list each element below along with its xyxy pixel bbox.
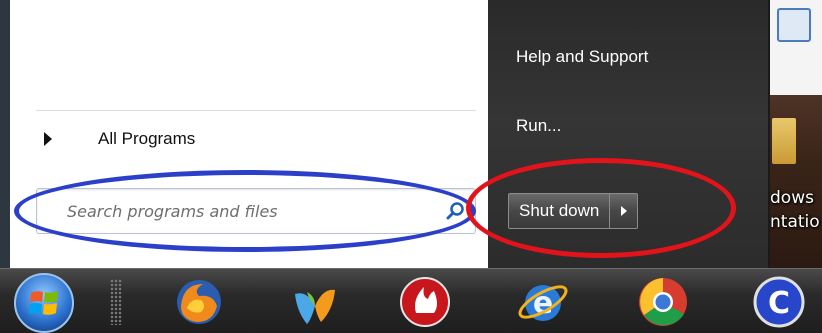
start-menu-left-pane: All Programs [0,0,488,268]
search-button[interactable] [435,189,475,233]
desktop-icon-label-line1: dows [770,188,814,208]
shutdown-group: Shut down [508,193,639,229]
taskbar: e C [0,268,822,333]
desktop-icon-label-line2: ntatio [770,212,820,232]
start-menu-right-pane: Help and Support Run... Shut down [488,0,770,268]
messenger-icon[interactable] [288,275,342,329]
internet-explorer-icon[interactable]: e [516,275,570,329]
search-box[interactable] [36,188,476,234]
start-menu: All Programs Help and Support Run... Shu… [0,0,770,268]
burner-icon[interactable] [398,275,452,329]
taskbar-grip[interactable] [110,279,122,325]
help-and-support-item[interactable]: Help and Support [516,47,648,67]
all-programs-label: All Programs [98,129,196,148]
chrome-icon[interactable] [636,275,690,329]
firefox-icon[interactable] [172,275,226,329]
background-window-edge [768,0,822,95]
svg-text:C: C [768,286,790,321]
search-input[interactable] [37,189,435,233]
window-thumbnail-icon [777,8,811,42]
windows-logo-icon [29,291,58,315]
ccleaner-icon[interactable]: C [752,275,806,329]
shutdown-button[interactable]: Shut down [508,193,611,229]
divider [36,110,476,111]
magnifier-icon [446,202,464,220]
folder-icon[interactable] [772,118,796,164]
triangle-right-icon [44,132,52,146]
start-orb[interactable] [14,273,74,333]
shutdown-options-button[interactable] [610,193,639,229]
all-programs-button[interactable]: All Programs [36,122,466,156]
chevron-right-icon [620,206,627,216]
run-item[interactable]: Run... [516,116,561,136]
